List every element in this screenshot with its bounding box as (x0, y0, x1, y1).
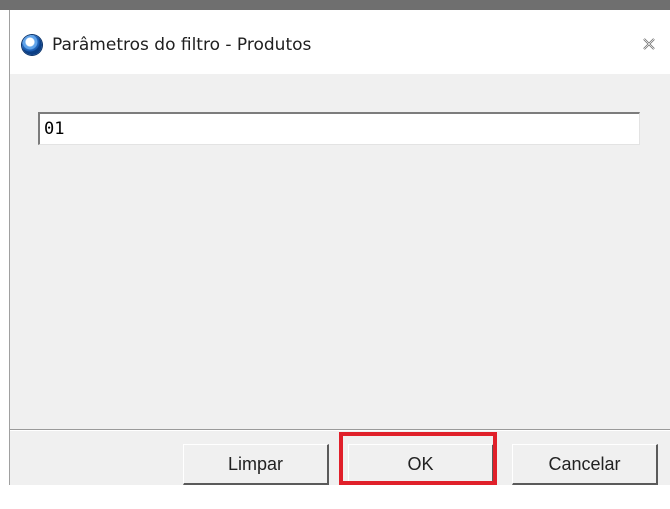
app-globe-icon (22, 35, 42, 55)
filter-value-input[interactable] (38, 112, 640, 145)
filter-parameters-dialog: Parâmetros do filtro - Produtos Limpar O… (9, 10, 670, 485)
clear-button[interactable]: Limpar (183, 444, 329, 485)
close-button[interactable] (638, 33, 660, 55)
ok-button[interactable]: OK (348, 444, 494, 485)
dialog-titlebar[interactable]: Parâmetros do filtro - Produtos (10, 10, 670, 74)
background-window-edge (0, 0, 670, 10)
dialog-body: Limpar OK Cancelar (10, 74, 670, 485)
button-bar-separator (10, 429, 670, 431)
cancel-button[interactable]: Cancelar (512, 444, 658, 485)
close-icon (643, 38, 655, 50)
dialog-title: Parâmetros do filtro - Produtos (52, 35, 312, 55)
